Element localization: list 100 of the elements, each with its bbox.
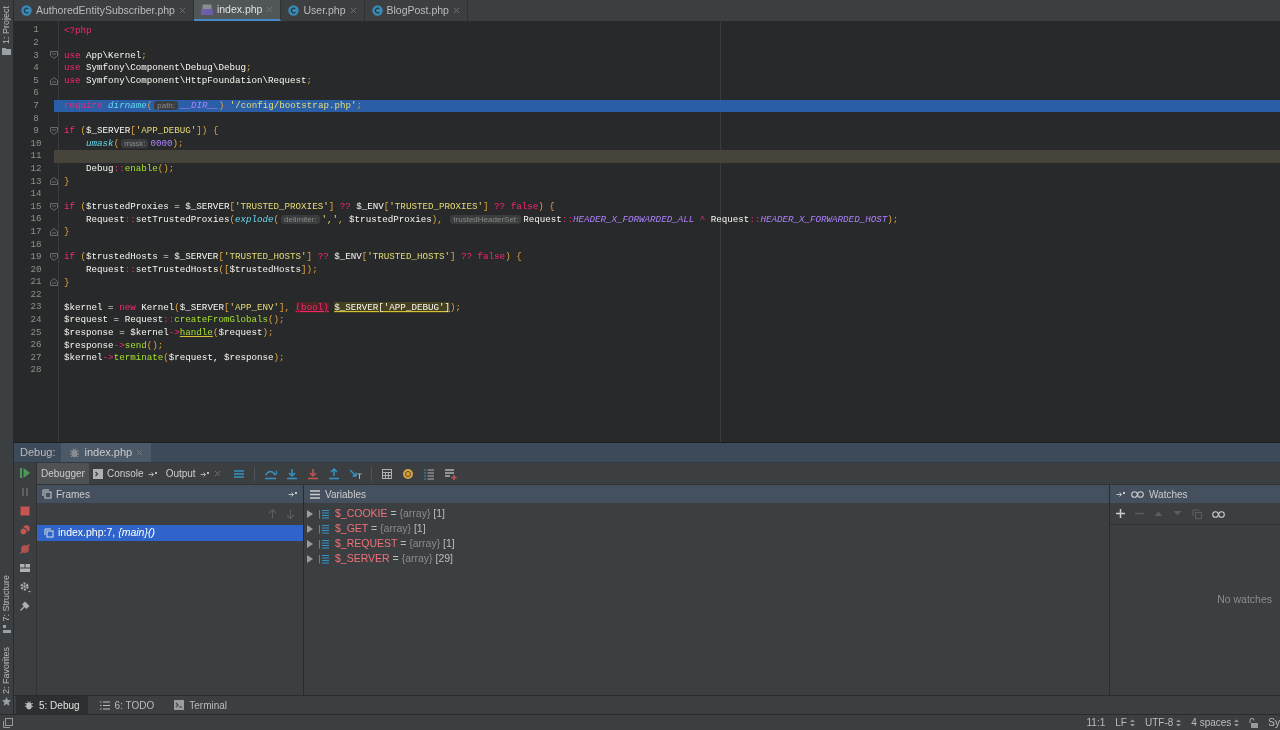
line-number: 26 [29,338,43,353]
structure-icon[interactable] [2,624,11,633]
resume-icon[interactable] [19,467,31,479]
code-line: use App\Kernel; [64,50,147,61]
line-number: 10 [29,136,43,151]
tool-window-button[interactable]: 2: Favorites [2,646,11,694]
frame-icon [44,528,54,538]
panel-title: Variables [325,487,366,502]
fold-icon[interactable] [50,202,58,211]
breakpoints-icon[interactable] [19,524,31,536]
line-number: 23 [29,300,43,315]
pin-tab-icon[interactable] [147,469,158,478]
array-icon [319,523,329,534]
line-number: 12 [29,161,43,176]
restore-icon[interactable] [1116,490,1126,498]
step-into-icon[interactable] [285,467,298,480]
step-out-icon[interactable] [327,467,340,480]
mute-breakpoints-icon[interactable] [19,543,31,555]
debugger-tab[interactable]: Console [88,463,162,484]
variables-icon [310,489,320,499]
variable-entry[interactable]: $_SERVER = {array} [29] [335,550,453,567]
calculator-icon[interactable] [380,467,393,480]
close-icon[interactable] [213,470,221,477]
pause-icon[interactable] [19,486,31,498]
fold-icon[interactable] [50,278,58,287]
run-to-cursor-icon[interactable] [348,467,362,480]
close-icon[interactable] [178,7,186,14]
fold-icon[interactable] [50,76,58,85]
move-up-icon[interactable] [1154,509,1163,518]
line-number: 28 [29,363,43,378]
lock-icon[interactable] [1249,717,1259,728]
tool-window-button[interactable]: 6: TODO [91,696,163,714]
tool-window-button[interactable]: 5: Debug [16,696,88,714]
fold-icon[interactable] [50,177,58,186]
panel-title: Watches [1149,487,1188,502]
line-number: 25 [29,325,43,340]
hide-icon[interactable] [288,490,298,498]
line-number: 19 [29,250,43,264]
fold-icon[interactable] [50,51,58,60]
line-number: 9 [32,124,40,138]
status-item[interactable]: 4 spaces [1191,715,1240,730]
status-item[interactable]: Sy [1268,715,1280,730]
debugger-tab[interactable]: Output [161,463,225,484]
folder-icon[interactable] [2,47,11,56]
panel-title: Debug: [19,445,57,461]
variable-entry[interactable]: $_GET = {array} [1] [335,520,426,537]
pin-icon[interactable] [19,600,31,612]
line-number: 6 [32,86,40,101]
variable-entry[interactable]: $_COOKIE = {array} [1] [335,505,446,522]
glasses-icon [1131,490,1144,498]
panel-toggle-icon[interactable] [3,717,13,728]
line-number: 7 [32,98,40,113]
code-line: } [64,176,70,186]
code-line: use Symfony\Component\Debug\Debug; [64,63,252,73]
line-number: 16 [29,212,43,227]
execution-point-icon[interactable] [232,467,245,480]
frame-item[interactable]: index.php:7, {main}() [37,525,303,541]
class-icon [21,5,32,16]
stop-icon[interactable] [19,505,31,517]
line-number: 4 [32,61,40,75]
close-icon[interactable] [452,7,460,14]
add-list-icon[interactable] [443,467,457,480]
debugger-tab[interactable]: Debugger [37,463,89,484]
session-tab[interactable]: index.php [61,443,152,462]
code-line: require dirname( path: __DIR__).'/config/bootstrap.php'; [64,101,362,111]
add-icon[interactable] [1116,509,1125,518]
star-icon[interactable] [2,697,11,706]
status-item[interactable]: 11:1 [1086,715,1106,730]
status-item[interactable]: UTF-8 [1144,715,1182,730]
copy-icon[interactable] [1192,508,1202,519]
target-icon[interactable] [401,467,414,480]
layout-icon[interactable] [19,562,31,574]
editor-tab[interactable]: index.php [193,0,282,21]
code-line: } [64,277,70,287]
line-number: 1 [32,23,40,38]
list-icon[interactable] [422,467,435,480]
pin-tab-icon[interactable] [199,469,210,478]
move-down-icon[interactable] [1173,509,1182,518]
line-number: 18 [29,237,43,252]
fold-icon[interactable] [50,127,58,136]
fold-icon[interactable] [50,227,58,236]
close-icon[interactable] [266,6,274,13]
status-item[interactable]: LF [1115,715,1135,730]
force-step-into-icon[interactable] [306,467,319,480]
empty-message: No watches [1217,592,1272,608]
settings-icon[interactable] [19,581,31,593]
tool-window-button[interactable]: 7: Structure [2,575,11,622]
close-icon[interactable] [349,7,357,14]
up-arrow-icon[interactable] [268,509,277,519]
tool-window-button[interactable]: Terminal [166,696,236,714]
tool-window-button[interactable]: 1: Project [2,6,11,45]
frames-icon [42,489,52,499]
down-arrow-icon[interactable] [286,509,295,519]
class-icon [288,5,300,16]
fold-icon[interactable] [50,253,58,261]
line-number: 5 [32,73,40,88]
glasses-icon[interactable] [1212,509,1225,518]
close-icon[interactable] [136,449,144,456]
code-line: $kernel = new Kernel($_SERVER['APP_ENV'], (bool) $_SERVER['APP_DEBUG']); [64,302,462,312]
variable-entry[interactable]: $_REQUEST = {array} [1] [335,535,455,552]
